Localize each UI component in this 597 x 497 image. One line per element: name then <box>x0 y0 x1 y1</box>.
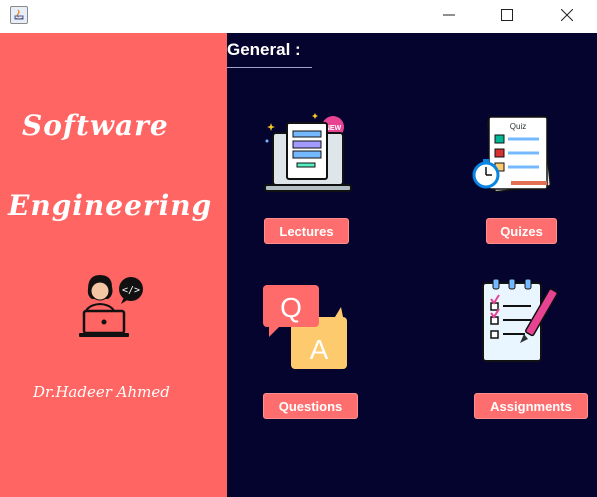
java-app-icon <box>10 6 28 24</box>
svg-text:A: A <box>310 334 329 365</box>
quiz-stopwatch-icon: Quiz <box>472 115 552 193</box>
svg-text:</>: </> <box>122 285 140 296</box>
assignments-button[interactable]: Assignments <box>474 393 588 419</box>
app-title-line2: Engineering <box>8 189 213 222</box>
sidebar: Software Engineering </> Dr.Hadeer Ahmed <box>0 33 227 497</box>
maximize-button[interactable] <box>478 0 536 30</box>
clipboard-pencil-icon <box>482 279 558 362</box>
quizes-button[interactable]: Quizes <box>486 218 557 244</box>
developer-avatar-icon: </> <box>79 275 143 337</box>
minimize-icon <box>443 14 455 16</box>
app-title-line1: Software <box>22 109 169 142</box>
lectures-button[interactable]: Lectures <box>264 218 349 244</box>
close-icon <box>561 9 573 21</box>
svg-text:Quiz: Quiz <box>510 122 526 131</box>
main-panel: General : NEW Quiz A Q Lectures Quizes Q… <box>227 33 597 497</box>
window-titlebar <box>0 0 597 32</box>
qa-bubbles-icon: A Q <box>263 285 347 369</box>
close-button[interactable] <box>538 0 596 30</box>
author-name: Dr.Hadeer Ahmed <box>33 383 170 401</box>
laptop-new-icon: NEW <box>264 113 352 192</box>
section-title: General : <box>227 40 301 59</box>
maximize-icon <box>501 9 513 21</box>
minimize-button[interactable] <box>420 0 478 30</box>
section-title-underline <box>227 67 312 68</box>
svg-text:Q: Q <box>280 292 302 323</box>
questions-button[interactable]: Questions <box>263 393 358 419</box>
